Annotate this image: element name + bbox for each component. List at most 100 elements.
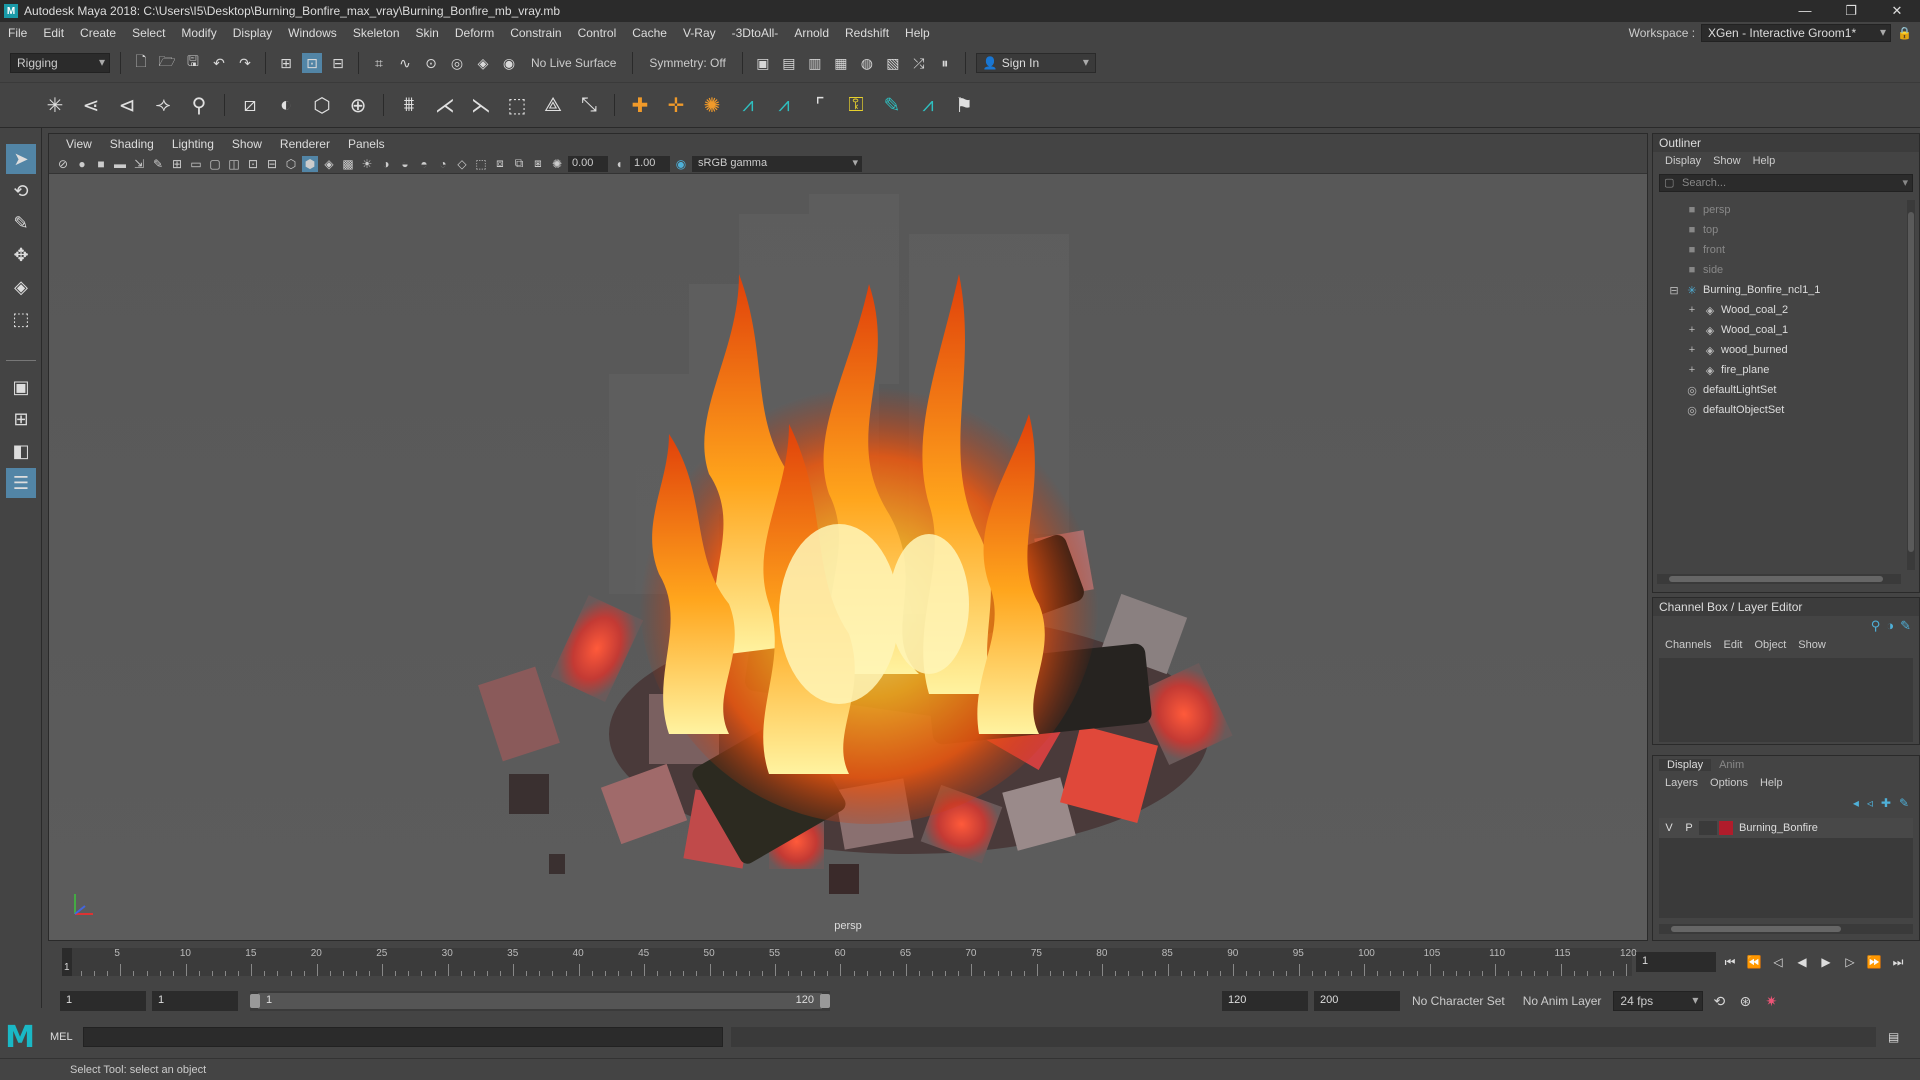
redo-icon[interactable]: ↷ [235,53,255,73]
menu-control[interactable]: Control [570,26,625,40]
xray-icon[interactable]: ⧈ [492,156,508,172]
viewport-menu-shading[interactable]: Shading [101,137,163,151]
gate-mask-icon[interactable]: ◫ [226,156,242,172]
layer-type-toggle[interactable] [1699,821,1717,835]
tab-anim[interactable]: Anim [1711,759,1752,771]
field-chart-icon[interactable]: ⊡ [245,156,261,172]
layer-row[interactable]: V P Burning_Bonfire [1659,818,1913,838]
bookmark-icon[interactable]: ■ [93,156,109,172]
layer-editor-scrollbar[interactable] [1659,924,1913,934]
new-scene-icon[interactable]: 🗋 [131,53,151,73]
menu-windows[interactable]: Windows [280,26,345,40]
scale-icon[interactable]: ⬚ [6,304,36,334]
channel-box-menu-object[interactable]: Object [1748,639,1792,651]
play-forwards-icon[interactable]: ▶ [1816,955,1836,969]
viewport-canvas[interactable]: persp [49,174,1647,940]
restore-button[interactable]: ❐ [1828,3,1874,19]
render-view-icon[interactable]: ▣ [753,53,773,73]
mel-label[interactable]: MEL [40,1031,83,1043]
menu-help[interactable]: Help [897,26,938,40]
menu-file[interactable]: File [0,26,35,40]
insert-joint-icon[interactable]: ⋖ [76,90,106,120]
outliner-horizontal-scrollbar[interactable] [1657,574,1901,584]
menu-display[interactable]: Display [225,26,280,40]
viewport-menu-renderer[interactable]: Renderer [271,137,339,151]
snap-curve-icon[interactable]: ∿ [395,53,415,73]
viewport-menu-panels[interactable]: Panels [339,137,394,151]
shadows-icon[interactable]: ◑ [378,156,394,172]
layer-visibility-toggle[interactable]: V [1659,822,1679,834]
loop-icon[interactable]: ⟲ [1709,991,1729,1011]
hypershade-icon[interactable]: ◍ [857,53,877,73]
outliner-menu-show[interactable]: Show [1707,155,1747,167]
xray-components-icon[interactable]: ⧆ [530,156,546,172]
textured-icon[interactable]: ▩ [340,156,356,172]
range-slider[interactable]: 1 120 [250,991,830,1011]
expand-icon[interactable]: + [1685,363,1699,377]
move-icon[interactable]: ✥ [6,240,36,270]
list-item[interactable]: ⊟ ✳ Burning_Bonfire_ncl1_1 [1657,280,1905,300]
close-button[interactable]: ✕ [1874,3,1920,19]
move-layer-down-icon[interactable]: ◃ [1867,796,1873,810]
snap-surface-icon[interactable]: ◈ [473,53,493,73]
rotate-icon[interactable]: ◈ [6,272,36,302]
collapse-icon[interactable]: ⊟ [1667,283,1681,297]
list-item[interactable]: ◎ defaultObjectSet [1657,400,1905,420]
expand-icon[interactable]: + [1685,343,1699,357]
character-set-dropdown[interactable]: No Character Set [1406,992,1511,1010]
channel-box-menu-edit[interactable]: Edit [1717,639,1748,651]
symmetry-dropdown[interactable]: Symmetry: Off [643,54,731,72]
go-to-end-icon[interactable]: ⏭ [1888,955,1908,970]
gamma-icon[interactable]: ◖ [611,156,627,172]
camera-select-icon[interactable]: ⊘ [55,156,71,172]
list-item[interactable]: ■ front [1657,240,1905,260]
exposure-icon[interactable]: ✺ [549,156,565,172]
list-item[interactable]: + ◈ Wood_coal_1 [1657,320,1905,340]
attribute-editor-icon[interactable]: ◑ [1886,618,1894,634]
grease-pencil-icon[interactable]: ✎ [150,156,166,172]
auto-key-icon[interactable]: ⊛ [1735,991,1755,1011]
image-plane-icon[interactable]: ▬ [112,156,128,172]
playback-end-field[interactable]: 120 [1222,991,1308,1011]
time-slider-track[interactable]: 5 10 15 20 25 30 35 40 45 50 55 60 65 70 75 80 85 90 95 100… [62,948,1637,976]
list-item[interactable]: + ◈ Wood_coal_2 [1657,300,1905,320]
channel-box-menu-show[interactable]: Show [1792,639,1832,651]
expand-icon[interactable]: + [1685,323,1699,337]
cluster-icon[interactable]: ⊕ [343,90,373,120]
viewport-menu-lighting[interactable]: Lighting [163,137,223,151]
undo-icon[interactable]: ↶ [209,53,229,73]
menu-select[interactable]: Select [124,26,173,40]
menu-modify[interactable]: Modify [173,26,224,40]
mirror-joint-icon[interactable]: ⊲ [112,90,142,120]
channel-box-icon[interactable]: ⚲ [1871,618,1881,634]
wireframe-on-shaded-icon[interactable]: ◈ [321,156,337,172]
camera-attributes-icon[interactable]: ● [74,156,90,172]
anim-layer-dropdown[interactable]: No Anim Layer [1517,992,1608,1010]
ipr-render-icon[interactable]: ▥ [805,53,825,73]
layer-menu-help[interactable]: Help [1754,777,1789,789]
depth-of-field-icon[interactable]: ◇ [454,156,470,172]
save-scene-icon[interactable]: 🖫 [183,53,203,73]
select-object-icon[interactable]: ⊡ [302,53,322,73]
list-item[interactable]: + ◈ fire_plane [1657,360,1905,380]
vray-ipr-icon[interactable]: ⤮ [909,53,929,73]
snap-point-icon[interactable]: ⊙ [421,53,441,73]
layer-color-swatch[interactable] [1719,821,1733,835]
animation-end-field[interactable]: 200 [1314,991,1400,1011]
pin-icon[interactable]: ⚑ [949,90,979,120]
live-surface-field[interactable]: No Live Surface [525,54,622,72]
current-frame-field[interactable]: 1 [1636,952,1716,972]
parent-constraint-icon[interactable]: ⩘ [733,90,763,120]
anim-prefs-icon[interactable]: ✷ [1761,991,1781,1011]
grid-icon[interactable]: ⊞ [169,156,185,172]
select-arrow-icon[interactable]: ➤ [6,144,36,174]
snap-view-icon[interactable]: ◎ [447,53,467,73]
set-driven-key-icon[interactable]: ⚿ [841,90,871,120]
menu-deform[interactable]: Deform [447,26,502,40]
new-layer-icon[interactable]: ✎ [1899,796,1909,810]
xray-joints-icon[interactable]: ⧉ [511,156,527,172]
paint-select-icon[interactable]: ✎ [6,208,36,238]
four-view-icon[interactable]: ⊞ [6,404,36,434]
move-layer-up-icon[interactable]: ◂ [1853,796,1859,810]
layer-playback-toggle[interactable]: P [1679,822,1699,834]
